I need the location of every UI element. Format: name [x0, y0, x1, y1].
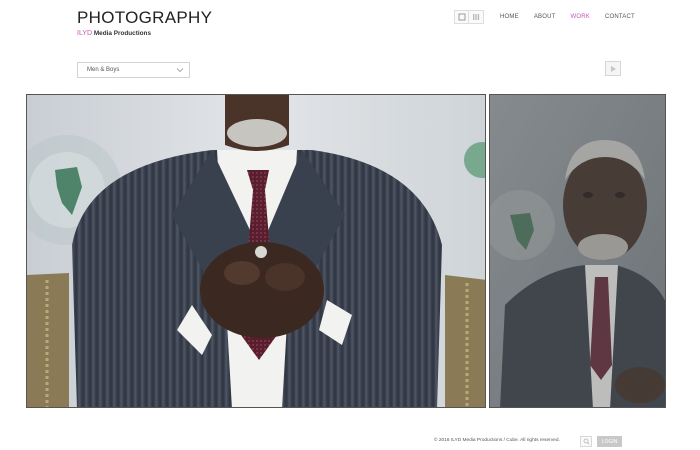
site-subtitle: ILYD Media Productions — [77, 30, 151, 37]
gallery-photo-main[interactable] — [26, 94, 486, 408]
main-nav: HOME ABOUT WORK CONTACT — [500, 14, 635, 20]
single-view-icon — [458, 13, 465, 21]
nav-contact[interactable]: CONTACT — [605, 14, 635, 20]
category-select[interactable]: Men & Boys — [77, 62, 190, 78]
slideshow-play-button[interactable] — [605, 61, 621, 76]
single-view-button[interactable] — [454, 10, 469, 24]
brand-name: ILYD — [77, 30, 93, 37]
copyright-text: © 2016 ILYD Media Productions / Cube. Al… — [434, 438, 560, 443]
site-title[interactable]: PHOTOGRAPHY — [77, 8, 212, 28]
nav-about[interactable]: ABOUT — [534, 14, 556, 20]
search-icon — [583, 438, 590, 445]
gallery-photo-side[interactable] — [489, 94, 666, 408]
search-button[interactable] — [580, 436, 592, 447]
brand-subtitle: Media Productions — [93, 30, 151, 37]
category-select-value: Men & Boys — [87, 67, 120, 73]
view-toggle — [454, 10, 484, 24]
nav-home[interactable]: HOME — [500, 14, 519, 20]
grid-view-button[interactable] — [469, 10, 484, 24]
grid-view-icon — [473, 14, 480, 20]
nav-work[interactable]: WORK — [570, 14, 589, 20]
portrait-photo-side — [490, 95, 665, 407]
login-button[interactable]: LOGIN — [597, 436, 622, 447]
play-icon — [611, 65, 616, 72]
portrait-photo-main — [27, 95, 485, 407]
page: PHOTOGRAPHY ILYD Media Productions HOME … — [0, 0, 700, 450]
chevron-down-icon — [176, 68, 184, 73]
